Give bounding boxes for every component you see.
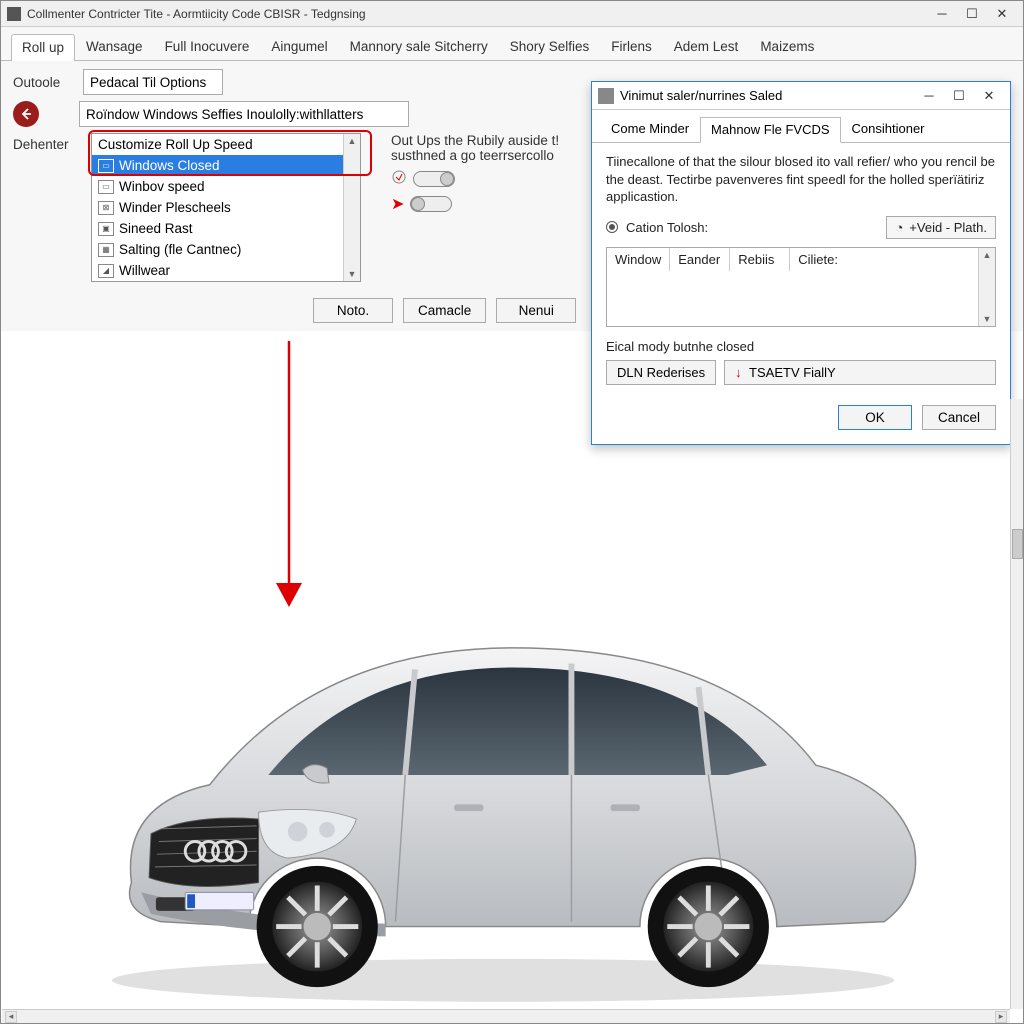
arrow-icon: ➤ — [391, 194, 404, 214]
window-title: Collmenter Contricter Tite - Aormtiicity… — [27, 7, 927, 21]
speed-toggle-1[interactable] — [413, 171, 455, 187]
main-titlebar: Collmenter Contricter Tite - Aormtiicity… — [1, 1, 1023, 27]
table-header[interactable]: Window — [607, 248, 670, 271]
dialog-description: Tiinecallone of that the silour blosed i… — [606, 153, 996, 206]
dialog-minimize-button[interactable]: ─ — [914, 85, 944, 107]
nenui-button[interactable]: Nenui — [496, 298, 576, 323]
box-icon: ◢ — [98, 264, 114, 278]
horizontal-scrollbar[interactable]: ◂ ▸ — [2, 1009, 1010, 1023]
aside-description: Out Ups the Rubily auside t! susthned a … — [391, 133, 571, 214]
outoole-label: Outoole — [13, 75, 83, 90]
options-listbox[interactable]: Customize Roll Up Speed ▭ Windows Closed… — [91, 133, 361, 282]
table-header[interactable]: Eander — [670, 248, 730, 271]
list-item[interactable]: ▭Winbov speed — [92, 176, 343, 197]
dialog-body: Tiinecallone of that the silour blosed i… — [592, 143, 1010, 395]
ok-button[interactable]: OK — [838, 405, 912, 430]
tab-roll-up[interactable]: Roll up — [11, 34, 75, 61]
outoole-field[interactable] — [83, 69, 223, 95]
speed-toggle-2[interactable] — [410, 196, 452, 212]
dialog-title: Vinimut saler/nurrines Saled — [620, 88, 914, 103]
radio-selected-icon[interactable] — [606, 221, 618, 233]
minimize-button[interactable]: ─ — [927, 3, 957, 25]
sub-field[interactable] — [79, 101, 409, 127]
dehenter-label: Dehenter — [13, 137, 91, 152]
box-icon: ▭ — [98, 180, 114, 194]
list-item[interactable]: ◢Willwear — [92, 260, 343, 281]
tsa-button[interactable]: ↓ TSAETV FiallY — [724, 360, 996, 385]
radio-label: Cation Tolosh: — [626, 220, 708, 235]
dialog-tab-mahnow[interactable]: Mahnow Fle FVCDS — [700, 117, 840, 143]
window-icon: ▭ — [98, 159, 114, 173]
tab-firlens[interactable]: Firlens — [600, 33, 663, 60]
dialog-titlebar: Vinimut saler/nurrines Saled ─ ☐ ✕ — [592, 82, 1010, 110]
dialog-tabs: Come Minder Mahnow Fle FVCDS Consihtione… — [592, 110, 1010, 143]
back-icon[interactable] — [13, 101, 39, 127]
tab-shory[interactable]: Shory Selfies — [499, 33, 601, 60]
dialog-footer: OK Cancel — [592, 395, 1010, 444]
vertical-scrollbar[interactable] — [1010, 399, 1023, 1009]
tab-adem[interactable]: Adem Lest — [663, 33, 750, 60]
table-scrollbar[interactable]: ▲▼ — [978, 248, 995, 326]
dialog-maximize-button[interactable]: ☐ — [944, 85, 974, 107]
table-header[interactable]: Rebiis — [730, 248, 790, 271]
dln-button[interactable]: DLN Rederises — [606, 360, 716, 385]
tab-maizems[interactable]: Maizems — [749, 33, 825, 60]
box-icon: ▣ — [98, 222, 114, 236]
noto-button[interactable]: Noto. — [313, 298, 393, 323]
list-item-label: Windows Closed — [119, 158, 220, 173]
dialog-close-button[interactable]: ✕ — [974, 85, 1004, 107]
tab-aingumel[interactable]: Aingumel — [260, 33, 338, 60]
tab-wansage[interactable]: Wansage — [75, 33, 154, 60]
dialog-tab-come[interactable]: Come Minder — [600, 116, 700, 142]
box-icon: ▦ — [98, 243, 114, 257]
scrollbar-thumb[interactable] — [1012, 529, 1023, 559]
tab-full[interactable]: Full Inocuvere — [154, 33, 261, 60]
settings-dialog: Vinimut saler/nurrines Saled ─ ☐ ✕ Come … — [591, 81, 1011, 445]
list-item[interactable]: ▣Sineed Rast — [92, 218, 343, 239]
tab-mannory[interactable]: Mannory sale Sitcherry — [339, 33, 499, 60]
table-header[interactable]: Ciliete: — [790, 248, 978, 271]
scroll-right-icon[interactable]: ▸ — [995, 1011, 1007, 1023]
section-label: Eical mody butnhe closed — [606, 339, 996, 354]
dialog-icon — [598, 88, 614, 104]
car-preview-area — [3, 399, 1021, 1011]
main-tabs: Roll up Wansage Full Inocuvere Aingumel … — [1, 27, 1023, 61]
list-item[interactable]: ⊠Winder Plescheels — [92, 197, 343, 218]
disk-icon: ◔ — [895, 220, 903, 235]
down-arrow-icon: ↓ — [735, 365, 742, 380]
list-item[interactable]: ▦Salting (fle Cantnec) — [92, 239, 343, 260]
maximize-button[interactable]: ☐ — [957, 3, 987, 25]
scroll-left-icon[interactable]: ◂ — [5, 1011, 17, 1023]
listbox-scrollbar[interactable]: ▲▼ — [343, 134, 360, 281]
close-button[interactable]: ✕ — [987, 3, 1017, 25]
cancel-button[interactable]: Cancel — [922, 405, 996, 430]
car-illustration — [63, 599, 943, 1010]
dialog-tab-cons[interactable]: Consihtioner — [841, 116, 936, 142]
path-field[interactable]: ◔ +Veid - Plath. — [886, 216, 996, 239]
list-item-selected[interactable]: ▭ Windows Closed — [92, 155, 343, 176]
main-window: Collmenter Contricter Tite - Aormtiicity… — [0, 0, 1024, 1024]
listbox-header[interactable]: Customize Roll Up Speed — [92, 134, 343, 155]
camacle-button[interactable]: Camacle — [403, 298, 486, 323]
box-icon: ⊠ — [98, 201, 114, 215]
app-icon — [7, 7, 21, 21]
toggle-icon — [391, 169, 407, 188]
dialog-table[interactable]: Window Eander Rebiis Ciliete: ▲▼ — [606, 247, 996, 327]
